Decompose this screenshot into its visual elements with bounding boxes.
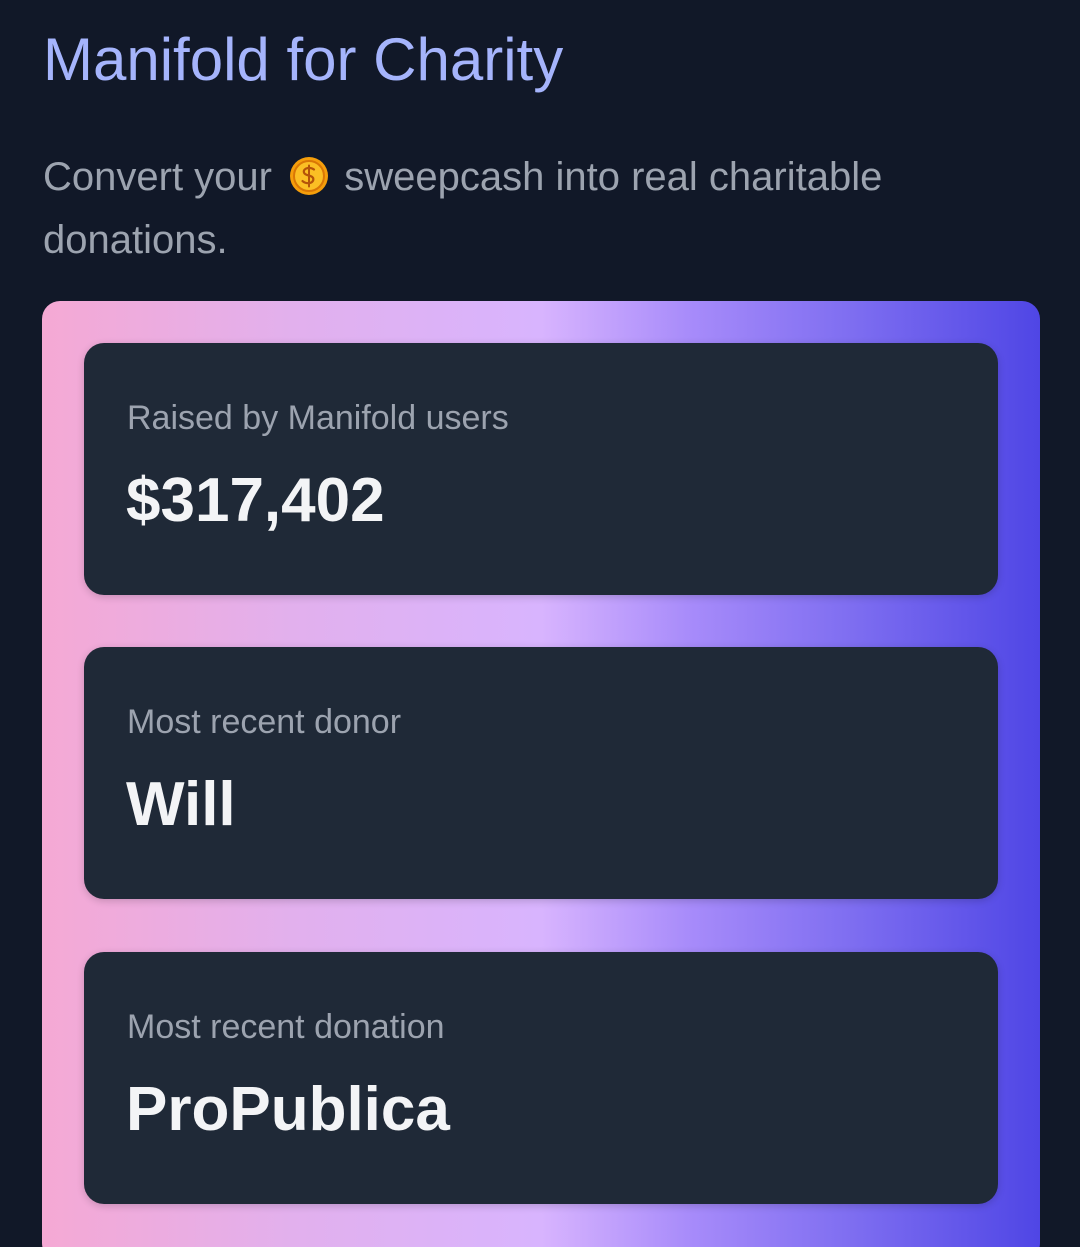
- charity-page: Manifold for Charity Convert your sweepc…: [0, 0, 1080, 1247]
- recent-donation-label: Most recent donation: [127, 1008, 445, 1046]
- sweepcash-coin-icon: [290, 157, 329, 195]
- page-subtitle: Convert your sweepcash into real charita…: [43, 146, 1003, 272]
- recent-donor-card: Most recent donor Will: [84, 647, 998, 899]
- recent-donation-value: ProPublica: [126, 1075, 450, 1144]
- recent-donor-label: Most recent donor: [127, 703, 402, 741]
- subtitle-text-start: Convert your: [43, 155, 272, 199]
- charity-stats-panel: Raised by Manifold users $317,402 Most r…: [42, 301, 1040, 1247]
- page-title: Manifold for Charity: [43, 26, 564, 93]
- recent-donor-value: Will: [126, 770, 236, 839]
- raised-total-value: $317,402: [126, 466, 385, 535]
- recent-donation-card: Most recent donation ProPublica: [84, 952, 998, 1204]
- raised-total-label: Raised by Manifold users: [127, 399, 509, 437]
- raised-total-card: Raised by Manifold users $317,402: [84, 343, 998, 595]
